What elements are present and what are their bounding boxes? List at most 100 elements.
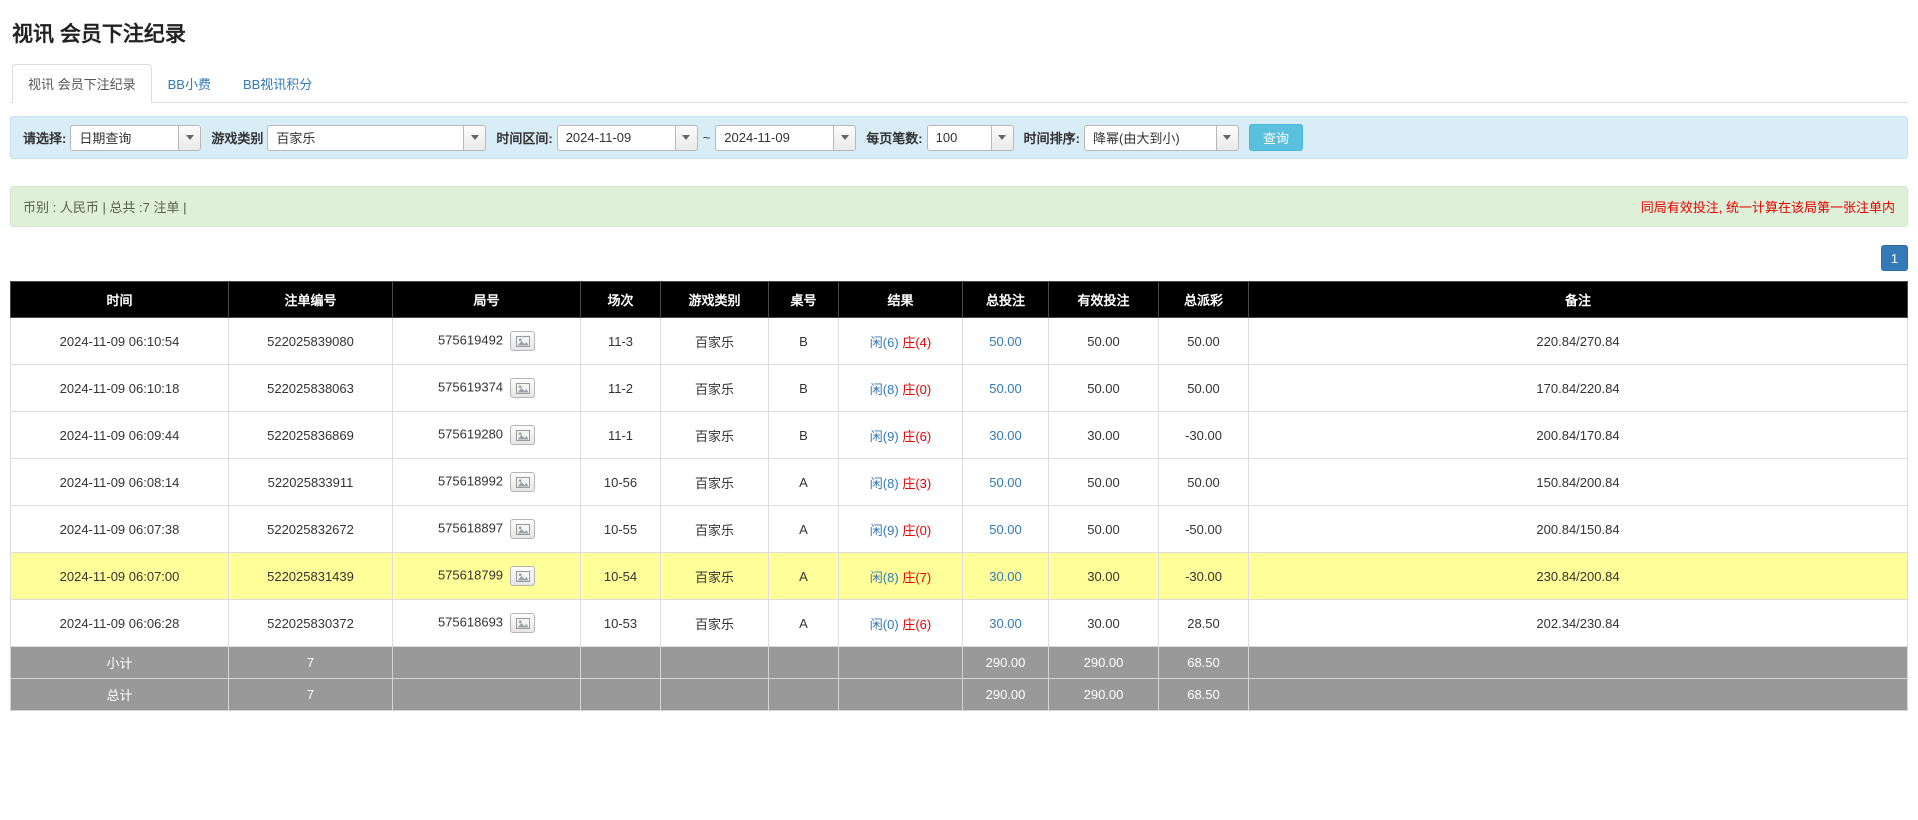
- cell-note: 230.84/200.84: [1249, 553, 1908, 600]
- cell-bet-id: 522025831439: [229, 553, 393, 600]
- cell-round-id: 575618897: [393, 506, 581, 553]
- pagination: 1: [10, 245, 1908, 271]
- col-header-note: 备注: [1249, 282, 1908, 318]
- round-replay-icon[interactable]: [510, 519, 535, 539]
- cell-table-no: A: [769, 506, 839, 553]
- time-sort-input[interactable]: [1084, 125, 1216, 151]
- round-replay-icon[interactable]: [510, 566, 535, 586]
- result-player: 闲(0): [870, 617, 899, 632]
- cell-valid-bet: 30.00: [1049, 553, 1159, 600]
- table-totals: 小计 7 290.00 290.00 68.50 总计 7 2: [11, 647, 1908, 711]
- total-bet-link[interactable]: 30.00: [989, 616, 1022, 631]
- tab-betting-records[interactable]: 视讯 会员下注纪录: [12, 64, 152, 103]
- date-to-input[interactable]: [715, 125, 833, 151]
- date-range-separator: ~: [703, 130, 711, 145]
- result-banker: 庄(0): [902, 382, 931, 397]
- game-type-label: 游戏类别: [211, 128, 263, 147]
- total-bet-link[interactable]: 30.00: [989, 569, 1022, 584]
- total-bet-link[interactable]: 50.00: [989, 334, 1022, 349]
- round-id-text: 575618799: [438, 567, 503, 582]
- col-header-valid-bet: 有效投注: [1049, 282, 1159, 318]
- date-to-dropdown-button[interactable]: [833, 125, 856, 151]
- cell-valid-bet: 50.00: [1049, 506, 1159, 553]
- result-player: 闲(6): [870, 335, 899, 350]
- bet-row: 2024-11-09 06:07:38522025832672575618897…: [11, 506, 1908, 553]
- cell-payout: 28.50: [1159, 600, 1249, 647]
- per-page-dropdown-button[interactable]: [991, 125, 1014, 151]
- cell-table-no: A: [769, 600, 839, 647]
- tab-bb-tips[interactable]: BB小费: [152, 64, 227, 103]
- cell-game-type: 百家乐: [661, 600, 769, 647]
- query-type-select: [70, 125, 201, 151]
- table-header-row: 时间 注单编号 局号 场次 游戏类别 桌号 结果 总投注 有效投注 总派彩 备注: [11, 282, 1908, 318]
- date-from-select: [557, 125, 698, 151]
- tab-bb-points[interactable]: BB视讯积分: [227, 64, 328, 103]
- total-bet-link[interactable]: 50.00: [989, 475, 1022, 490]
- chevron-down-icon: [841, 135, 849, 140]
- cell-result: 闲(8) 庄(7): [839, 553, 963, 600]
- cell-time: 2024-11-09 06:10:54: [11, 318, 229, 365]
- cell-note: 200.84/170.84: [1249, 412, 1908, 459]
- cell-valid-bet: 50.00: [1049, 365, 1159, 412]
- round-replay-icon[interactable]: [510, 425, 535, 445]
- empty-cell: [581, 647, 661, 679]
- cell-round-id: 575619374: [393, 365, 581, 412]
- result-player: 闲(8): [870, 476, 899, 491]
- total-bet-link[interactable]: 30.00: [989, 428, 1022, 443]
- date-from-input[interactable]: [557, 125, 675, 151]
- cell-time: 2024-11-09 06:07:00: [11, 553, 229, 600]
- cell-result: 闲(9) 庄(0): [839, 506, 963, 553]
- empty-cell: [661, 647, 769, 679]
- per-page-label: 每页笔数:: [866, 128, 922, 147]
- result-banker: 庄(7): [902, 570, 931, 585]
- currency-summary-text: 币别 : 人民币 | 总共 :7 注单 |: [23, 197, 187, 216]
- result-banker: 庄(6): [902, 429, 931, 444]
- cell-session: 10-54: [581, 553, 661, 600]
- total-bet-link[interactable]: 50.00: [989, 381, 1022, 396]
- round-id-text: 575619492: [438, 332, 503, 347]
- round-replay-icon[interactable]: [510, 472, 535, 492]
- cell-valid-bet: 50.00: [1049, 459, 1159, 506]
- total-bet-link[interactable]: 50.00: [989, 522, 1022, 537]
- cell-payout: 50.00: [1159, 459, 1249, 506]
- cell-round-id: 575619280: [393, 412, 581, 459]
- date-from-dropdown-button[interactable]: [675, 125, 698, 151]
- bet-row: 2024-11-09 06:07:00522025831439 575618799…: [11, 553, 1908, 600]
- col-header-round-id: 局号: [393, 282, 581, 318]
- time-sort-dropdown-button[interactable]: [1216, 125, 1239, 151]
- query-type-dropdown-button[interactable]: [178, 125, 201, 151]
- table-body: 2024-11-09 06:10:54522025839080575619492…: [11, 318, 1908, 647]
- total-count: 7: [229, 679, 393, 711]
- search-button[interactable]: 查询: [1249, 124, 1303, 151]
- per-page-select: [927, 125, 1014, 151]
- cell-session: 10-55: [581, 506, 661, 553]
- col-header-game-type: 游戏类别: [661, 282, 769, 318]
- time-sort-label: 时间排序:: [1024, 128, 1080, 147]
- game-type-dropdown-button[interactable]: [463, 125, 486, 151]
- col-header-session: 场次: [581, 282, 661, 318]
- cell-game-type: 百家乐: [661, 365, 769, 412]
- cell-time: 2024-11-09 06:10:18: [11, 365, 229, 412]
- time-range-label: 时间区间:: [496, 128, 552, 147]
- col-header-total-bet: 总投注: [963, 282, 1049, 318]
- round-replay-icon[interactable]: [510, 613, 535, 633]
- per-page-input[interactable]: [927, 125, 991, 151]
- round-id-text: 575618897: [438, 520, 503, 535]
- cell-session: 10-56: [581, 459, 661, 506]
- page-1-button[interactable]: 1: [1881, 245, 1908, 271]
- cell-note: 170.84/220.84: [1249, 365, 1908, 412]
- cell-total-bet: 50.00: [963, 318, 1049, 365]
- game-type-input[interactable]: [267, 125, 463, 151]
- total-label: 总计: [11, 679, 229, 711]
- betting-records-table: 时间 注单编号 局号 场次 游戏类别 桌号 结果 总投注 有效投注 总派彩 备注…: [10, 281, 1908, 711]
- subtotal-total-bet: 290.00: [963, 647, 1049, 679]
- round-replay-icon[interactable]: [510, 378, 535, 398]
- round-replay-icon[interactable]: [510, 331, 535, 351]
- tab-bar: 视讯 会员下注纪录 BB小费 BB视讯积分: [10, 64, 1908, 103]
- cell-bet-id: 522025832672: [229, 506, 393, 553]
- result-player: 闲(9): [870, 523, 899, 538]
- cell-valid-bet: 50.00: [1049, 318, 1159, 365]
- total-valid-bet: 290.00: [1049, 679, 1159, 711]
- total-total-bet: 290.00: [963, 679, 1049, 711]
- query-type-input[interactable]: [70, 125, 178, 151]
